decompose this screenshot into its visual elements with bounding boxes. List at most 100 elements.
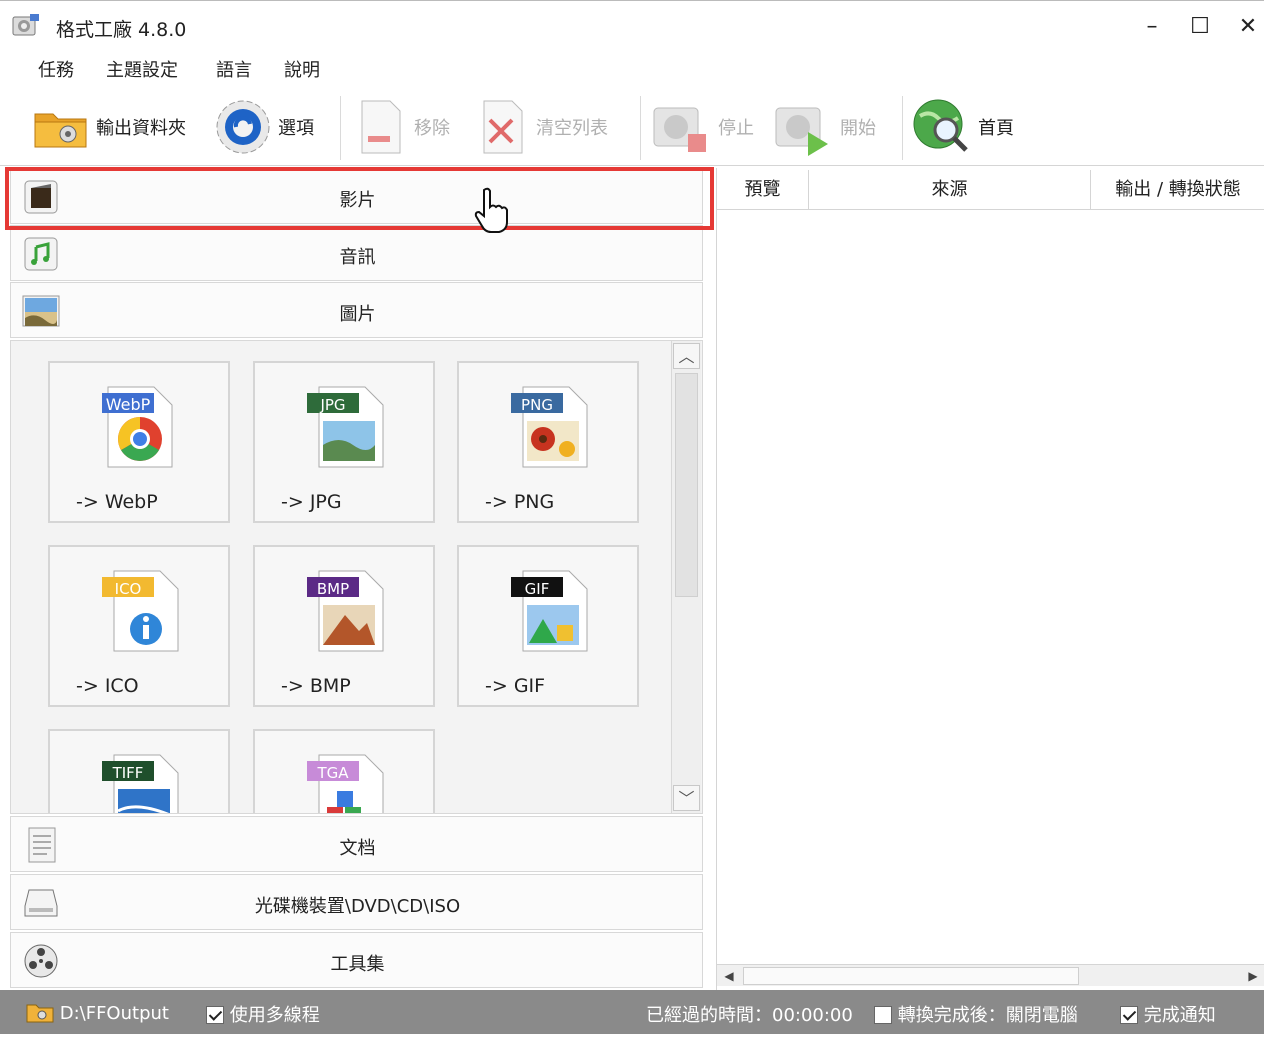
hand-cursor-icon (474, 187, 508, 233)
folder-icon (26, 1004, 54, 1023)
image-format-grid: WebP -> WebP JPG -> JPG PNG -> PNG ICO -… (10, 340, 703, 814)
start-label: 開始 (840, 118, 876, 139)
stop-button[interactable]: 停止 (650, 96, 754, 158)
folder-icon (34, 113, 87, 148)
gear-icon (216, 100, 270, 154)
format-tile-label: -> WebP (76, 491, 158, 513)
format-tile-tiff[interactable]: TIFF (48, 729, 230, 813)
multithread-checkbox[interactable] (206, 1006, 224, 1024)
remove-button[interactable]: 移除 (356, 96, 450, 158)
output-folder-button[interactable]: 輸出資料夾 (32, 96, 186, 158)
format-tile-jpg[interactable]: JPG -> JPG (253, 361, 435, 523)
stop-label: 停止 (718, 118, 754, 139)
window-title: 格式工廠 4.8.0 (56, 19, 187, 41)
clear-list-icon (483, 100, 523, 154)
start-button[interactable]: 開始 (772, 96, 876, 158)
toolbar-separator (640, 96, 641, 160)
menu-tasks[interactable]: 任務 (38, 56, 74, 82)
category-video-label: 影片 (339, 190, 376, 211)
png-badge: PNG (521, 396, 553, 414)
scroll-right-arrow-icon[interactable]: ▶ (1241, 965, 1264, 987)
category-document-label: 文档 (339, 838, 376, 859)
menu-help[interactable]: 說明 (284, 56, 320, 82)
close-button[interactable]: ✕ (1230, 11, 1264, 43)
category-tools[interactable]: 工具集 (10, 932, 703, 988)
category-tools-label: 工具集 (330, 954, 385, 975)
format-tile-bmp[interactable]: BMP -> BMP (253, 545, 435, 707)
format-factory-app-icon (12, 14, 39, 36)
scroll-thumb[interactable] (675, 373, 698, 597)
column-source[interactable]: 來源 (809, 170, 1091, 210)
category-disc-label: 光碟機裝置\DVD\CD\ISO (254, 896, 461, 917)
output-path-label: D:\FFOutput (59, 1003, 169, 1024)
category-document[interactable]: 文档 (10, 816, 703, 872)
toolbar-separator (902, 96, 903, 160)
format-tile-tga[interactable]: TGA (253, 729, 435, 813)
tga-badge: TGA (317, 764, 349, 782)
output-folder-label: 輸出資料夾 (96, 118, 186, 139)
scroll-up-arrow-icon[interactable]: ︿ (673, 343, 700, 369)
format-tile-png[interactable]: PNG -> PNG (457, 361, 639, 523)
menu-theme-settings[interactable]: 主題設定 (106, 56, 178, 82)
category-audio-label: 音訊 (339, 247, 376, 268)
notify-label: 完成通知 (1143, 1005, 1216, 1026)
home-button[interactable]: 首頁 (910, 96, 1014, 158)
scroll-down-arrow-icon[interactable]: ﹀ (673, 785, 700, 811)
remove-document-icon (361, 100, 401, 154)
column-output-status[interactable]: 輸出 / 轉換狀態 (1091, 170, 1264, 210)
webp-badge: WebP (105, 395, 151, 414)
clear-list-label: 清空列表 (536, 118, 608, 139)
ico-badge: ICO (114, 580, 142, 598)
format-tile-webp[interactable]: WebP -> WebP (48, 361, 230, 523)
title-bar: 格式工廠 4.8.0 – ☐ ✕ (0, 0, 1264, 50)
horizontal-scroll-thumb[interactable] (743, 967, 1079, 985)
elapsed-time: 已經過的時間：00:00:00 (646, 1005, 853, 1026)
after-convert-checkbox[interactable] (874, 1006, 892, 1024)
status-bar: D:\FFOutput 使用多線程 已經過的時間：00:00:00 轉換完成後：… (0, 990, 1264, 1034)
remove-label: 移除 (414, 118, 450, 139)
multithread-option[interactable]: 使用多線程 (206, 1001, 320, 1027)
multithread-label: 使用多線程 (229, 1005, 320, 1026)
format-tile-label: -> PNG (485, 491, 555, 513)
tiles-vertical-scrollbar[interactable]: ︿ ﹀ (671, 341, 701, 813)
column-preview[interactable]: 預覽 (717, 170, 809, 210)
maximize-button[interactable]: ☐ (1182, 11, 1218, 43)
home-label: 首頁 (978, 118, 1014, 139)
notify-checkbox[interactable] (1120, 1006, 1138, 1024)
after-convert-option[interactable]: 轉換完成後：關閉電腦 (874, 1001, 1078, 1027)
after-convert-label: 轉換完成後：關閉電腦 (897, 1005, 1078, 1026)
task-list-horizontal-scrollbar[interactable]: ◀ ▶ (717, 964, 1264, 986)
bmp-badge: BMP (316, 580, 350, 598)
menu-language[interactable]: 語言 (216, 56, 252, 82)
conversion-panel: 影片 音訊 圖片 WebP -> WebP JPG -> JPG PNG -> … (10, 168, 703, 990)
menu-bar: 任務 主題設定 語言 說明 (0, 50, 1264, 88)
format-tile-gif[interactable]: GIF -> GIF (457, 545, 639, 707)
format-tile-ico[interactable]: ICO -> ICO (48, 545, 230, 707)
stop-icon (653, 107, 706, 152)
clear-list-button[interactable]: 清空列表 (478, 96, 608, 158)
format-tile-label: -> JPG (281, 491, 342, 513)
globe-search-icon (913, 99, 968, 152)
format-tile-label: -> GIF (485, 675, 546, 697)
notify-option[interactable]: 完成通知 (1120, 1001, 1216, 1027)
jpg-badge: JPG (320, 396, 346, 414)
scroll-left-arrow-icon[interactable]: ◀ (717, 965, 741, 987)
gif-badge: GIF (524, 580, 550, 598)
format-tile-label: -> BMP (281, 675, 351, 697)
options-button[interactable]: 選項 (214, 96, 314, 158)
window-bottom-edge (0, 1034, 1264, 1040)
task-list-panel: 預覽 來源 輸出 / 轉換狀態 ◀ ▶ (716, 168, 1264, 990)
category-image[interactable]: 圖片 (10, 282, 703, 338)
start-icon (775, 107, 828, 156)
minimize-button[interactable]: – (1134, 11, 1170, 43)
category-audio[interactable]: 音訊 (10, 225, 703, 281)
options-label: 選項 (278, 118, 314, 139)
category-video[interactable]: 影片 (10, 168, 703, 224)
category-image-label: 圖片 (339, 304, 376, 325)
category-disc[interactable]: 光碟機裝置\DVD\CD\ISO (10, 874, 703, 930)
toolbar: 輸出資料夾 選項 移除 清空列表 停止 開始 首頁 (0, 88, 1264, 166)
tiff-badge: TIFF (112, 764, 144, 782)
toolbar-separator (340, 96, 341, 160)
output-path[interactable]: D:\FFOutput (26, 1001, 169, 1024)
format-tile-label: -> ICO (76, 675, 139, 697)
